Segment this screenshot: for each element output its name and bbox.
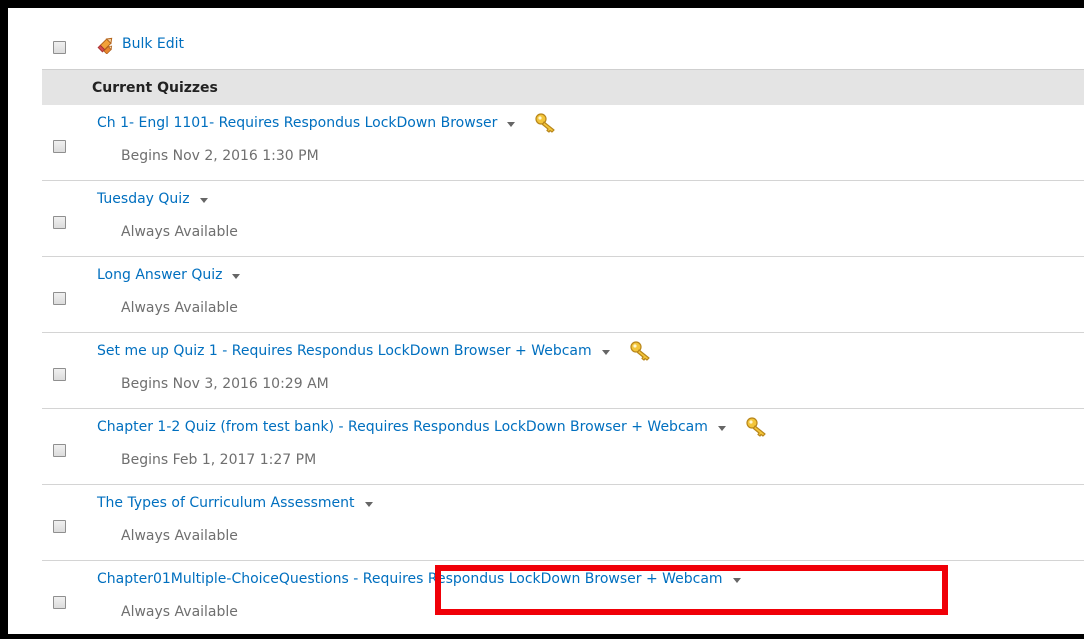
quiz-checkbox[interactable] [53,140,66,153]
key-icon [535,113,555,133]
quiz-title-line: The Types of Curriculum Assessment [97,492,373,514]
availability-text: Always Available [121,528,238,544]
availability-text: Always Available [121,604,238,620]
quiz-row-1: Ch 1- Engl 1101- Requires Respondus Lock… [42,105,1084,181]
select-all-checkbox[interactable] [53,41,66,54]
quiz-title-link[interactable]: Chapter01Multiple-ChoiceQuestions - Requ… [97,571,723,587]
quiz-title-link[interactable]: The Types of Curriculum Assessment [97,495,355,511]
quiz-title-link[interactable]: Ch 1- Engl 1101- Requires Respondus Lock… [97,115,497,131]
section-title: Current Quizzes [92,80,218,96]
availability-text: Begins Nov 2, 2016 1:30 PM [121,148,319,164]
quiz-title-link[interactable]: Tuesday Quiz [97,191,190,207]
chevron-down-icon[interactable] [364,502,373,507]
availability-text: Always Available [121,300,238,316]
quiz-title-link[interactable]: Chapter 1-2 Quiz (from test bank) - Requ… [97,419,708,435]
bulk-edit-toolbar: Bulk Edit [8,8,1084,69]
section-header: Current Quizzes [42,69,1084,105]
quiz-checkbox[interactable] [53,368,66,381]
chevron-down-icon[interactable] [507,122,516,127]
chevron-down-icon[interactable] [717,426,726,431]
quiz-row-7: Chapter01Multiple-ChoiceQuestions - Requ… [42,561,1084,634]
availability-text: Begins Feb 1, 2017 1:27 PM [121,452,317,468]
quiz-row-4: Set me up Quiz 1 - Requires Respondus Lo… [42,333,1084,409]
quiz-checkbox[interactable] [53,216,66,229]
quiz-title-line: Tuesday Quiz [97,188,208,210]
quiz-checkbox[interactable] [53,520,66,533]
availability-text: Begins Nov 3, 2016 10:29 AM [121,376,329,392]
quiz-title-line: Chapter01Multiple-ChoiceQuestions - Requ… [97,568,741,590]
quiz-checkbox[interactable] [53,596,66,609]
quiz-list-panel: Bulk Edit Current Quizzes Ch 1- Engl 110… [8,8,1084,634]
quiz-title-line: Set me up Quiz 1 - Requires Respondus Lo… [97,340,654,362]
quiz-title-line: Ch 1- Engl 1101- Requires Respondus Lock… [97,112,559,134]
pencil-icon [97,37,113,54]
key-icon [630,341,650,361]
chevron-down-icon[interactable] [732,578,741,583]
quiz-row-6: The Types of Curriculum Assessment Alway… [42,485,1084,561]
quiz-title-link[interactable]: Long Answer Quiz [97,267,222,283]
bulk-edit-button[interactable]: Bulk Edit [96,34,184,54]
quiz-row-3: Long Answer Quiz Always Available [42,257,1084,333]
quiz-checkbox[interactable] [53,292,66,305]
quiz-checkbox[interactable] [53,444,66,457]
quiz-title-link[interactable]: Set me up Quiz 1 - Requires Respondus Lo… [97,343,592,359]
quiz-title-line: Chapter 1-2 Quiz (from test bank) - Requ… [97,416,770,438]
key-icon [746,417,766,437]
quiz-row-5: Chapter 1-2 Quiz (from test bank) - Requ… [42,409,1084,485]
availability-text: Always Available [121,224,238,240]
chevron-down-icon[interactable] [601,350,610,355]
chevron-down-icon[interactable] [232,274,241,279]
chevron-down-icon[interactable] [199,198,208,203]
bulk-edit-label: Bulk Edit [122,36,185,52]
quiz-title-line: Long Answer Quiz [97,264,241,286]
quiz-row-2: Tuesday Quiz Always Available [42,181,1084,257]
